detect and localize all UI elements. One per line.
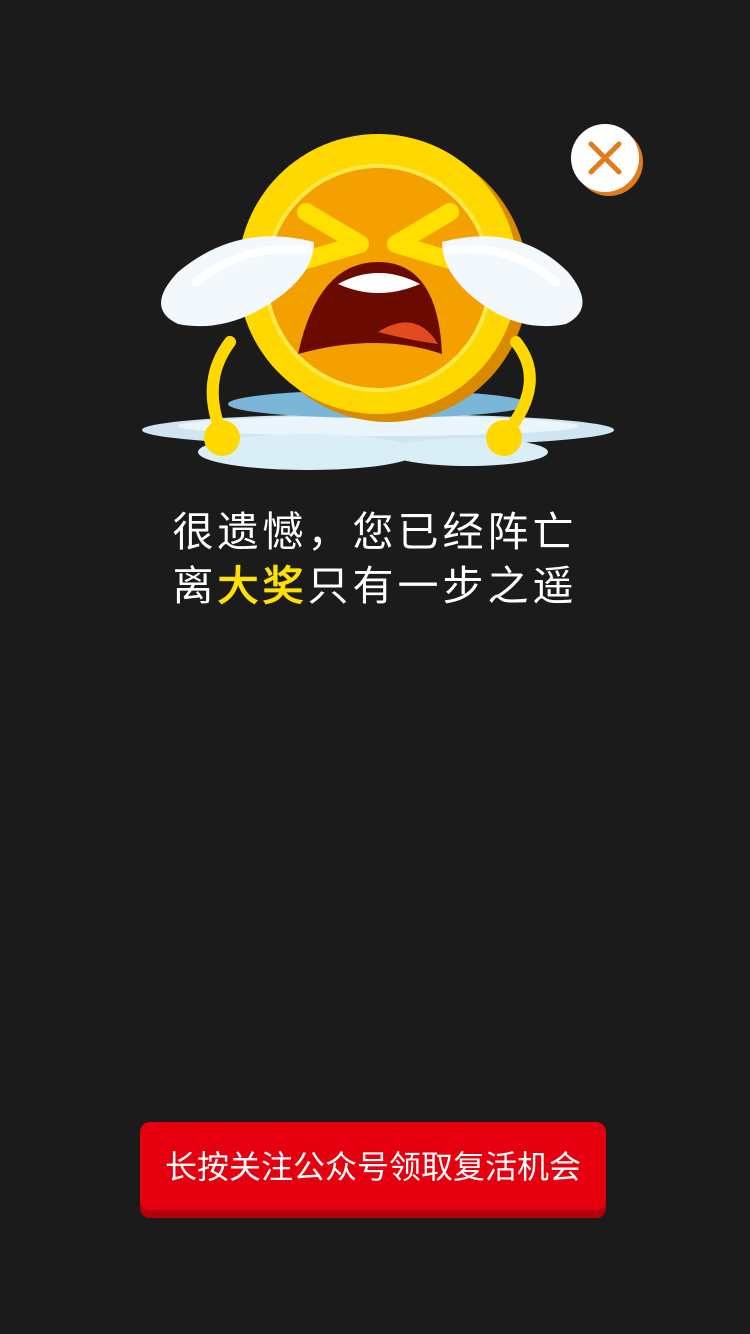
crying-coin-icon	[142, 134, 614, 470]
message-line-2-suffix: 只有一步之遥	[307, 562, 578, 610]
close-icon	[588, 141, 622, 175]
message-line-1: 很遗憾，您已经阵亡	[172, 508, 578, 556]
crying-coin-illustration	[138, 112, 628, 477]
result-message: 很遗憾，您已经阵亡 离大奖只有一步之遥	[0, 505, 750, 613]
grand-prize-highlight: 大奖	[217, 562, 308, 610]
message-line-2-prefix: 离	[172, 562, 218, 610]
follow-revive-button[interactable]: 长按关注公众号领取复活机会	[140, 1122, 606, 1218]
message-line-2: 离大奖只有一步之遥	[0, 559, 750, 613]
close-button[interactable]	[571, 124, 639, 192]
